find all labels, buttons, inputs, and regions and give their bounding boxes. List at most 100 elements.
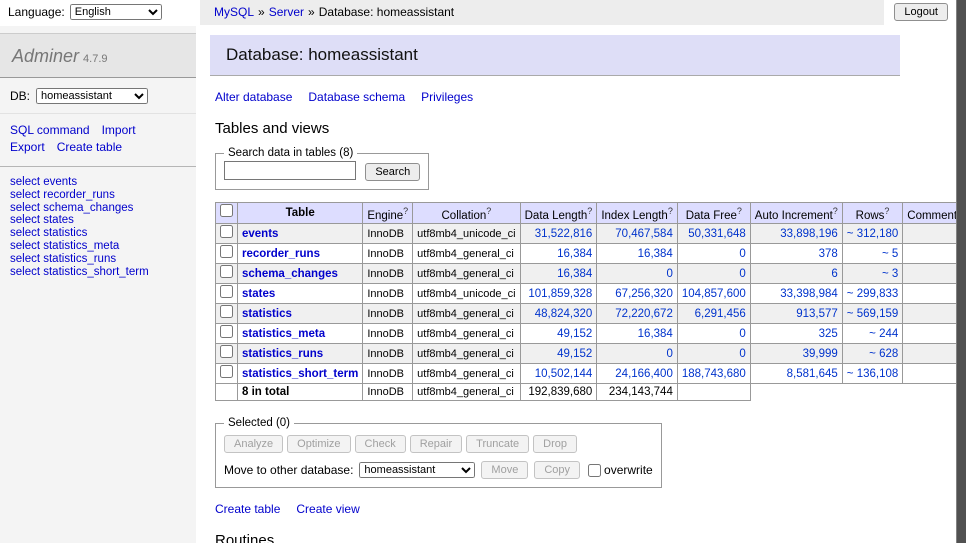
row-checkbox[interactable] xyxy=(220,365,233,378)
row-checkbox[interactable] xyxy=(220,345,233,358)
index-length-cell[interactable]: 70,467,584 xyxy=(597,224,678,244)
sidebar-command-link[interactable]: Create table xyxy=(57,140,122,154)
column-help-link[interactable]: ? xyxy=(668,206,673,216)
analyze-button[interactable]: Analyze xyxy=(224,435,283,453)
sidebar-table-link[interactable]: select statistics_short_term xyxy=(10,266,186,279)
db-select[interactable]: homeassistant xyxy=(36,88,148,104)
rows-cell[interactable]: ~ 136,108 xyxy=(842,364,902,384)
table-name-link[interactable]: recorder_runs xyxy=(242,248,320,260)
rows-cell[interactable]: ~ 569,159 xyxy=(842,304,902,324)
column-help-link[interactable]: ? xyxy=(833,206,838,216)
select-all-checkbox[interactable] xyxy=(220,204,233,217)
vertical-scrollbar[interactable] xyxy=(956,0,966,543)
rows-cell[interactable]: ~ 3 xyxy=(842,264,902,284)
create-link[interactable]: Create view xyxy=(296,502,359,516)
row-checkbox[interactable] xyxy=(220,245,233,258)
index-length-cell[interactable]: 0 xyxy=(597,264,678,284)
data-free-cell[interactable]: 0 xyxy=(677,264,750,284)
rows-cell[interactable]: ~ 628 xyxy=(842,344,902,364)
data-length-cell[interactable]: 31,522,816 xyxy=(520,224,597,244)
rows-cell[interactable]: ~ 299,833 xyxy=(842,284,902,304)
rows-cell[interactable]: ~ 5 xyxy=(842,244,902,264)
auto-increment-cell[interactable]: 33,898,196 xyxy=(750,224,842,244)
db-action-link[interactable]: Alter database xyxy=(215,90,292,104)
breadcrumb-server-link[interactable]: Server xyxy=(269,5,304,19)
row-checkbox[interactable] xyxy=(220,225,233,238)
sidebar-table-link[interactable]: select events xyxy=(10,176,186,189)
data-length-cell[interactable]: 101,859,328 xyxy=(520,284,597,304)
auto-increment-cell[interactable]: 39,999 xyxy=(750,344,842,364)
search-button[interactable]: Search xyxy=(365,163,420,181)
auto-increment-cell[interactable]: 378 xyxy=(750,244,842,264)
sidebar-table-link[interactable]: select statistics_meta xyxy=(10,240,186,253)
db-action-link[interactable]: Privileges xyxy=(421,90,473,104)
index-length-cell[interactable]: 67,256,320 xyxy=(597,284,678,304)
column-help-link[interactable]: ? xyxy=(737,206,742,216)
logout-button[interactable]: Logout xyxy=(894,3,948,21)
sidebar-table-link[interactable]: select statistics xyxy=(10,227,186,240)
index-length-cell[interactable]: 0 xyxy=(597,344,678,364)
truncate-button[interactable]: Truncate xyxy=(466,435,529,453)
data-free-cell[interactable]: 50,331,648 xyxy=(677,224,750,244)
copy-button[interactable]: Copy xyxy=(534,461,580,479)
move-db-select[interactable]: homeassistant xyxy=(359,462,475,478)
rows-cell[interactable]: ~ 244 xyxy=(842,324,902,344)
optimize-button[interactable]: Optimize xyxy=(287,435,350,453)
table-name-link[interactable]: schema_changes xyxy=(242,268,338,280)
data-free-cell[interactable]: 188,743,680 xyxy=(677,364,750,384)
sidebar-command-link[interactable]: Import xyxy=(102,123,136,137)
row-checkbox[interactable] xyxy=(220,305,233,318)
breadcrumb-mysql-link[interactable]: MySQL xyxy=(214,5,254,19)
index-length-cell[interactable]: 16,384 xyxy=(597,324,678,344)
auto-increment-cell[interactable]: 913,577 xyxy=(750,304,842,324)
auto-increment-cell[interactable]: 33,398,984 xyxy=(750,284,842,304)
overwrite-checkbox[interactable] xyxy=(588,464,601,477)
create-link[interactable]: Create table xyxy=(215,502,280,516)
auto-increment-cell[interactable]: 8,581,645 xyxy=(750,364,842,384)
row-checkbox[interactable] xyxy=(220,285,233,298)
data-length-cell[interactable]: 49,152 xyxy=(520,324,597,344)
data-length-cell[interactable]: 48,824,320 xyxy=(520,304,597,324)
index-length-cell[interactable]: 72,220,672 xyxy=(597,304,678,324)
app-title-link[interactable]: Adminer xyxy=(12,46,79,66)
auto-increment-cell[interactable]: 325 xyxy=(750,324,842,344)
data-length-cell[interactable]: 49,152 xyxy=(520,344,597,364)
search-input[interactable] xyxy=(224,161,356,180)
language-select[interactable]: English xyxy=(70,4,162,20)
sidebar-table-link[interactable]: select recorder_runs xyxy=(10,189,186,202)
table-name-link[interactable]: statistics_runs xyxy=(242,348,323,360)
sidebar-table-link[interactable]: select schema_changes xyxy=(10,202,186,215)
sidebar-table-link[interactable]: select statistics_runs xyxy=(10,253,186,266)
check-button[interactable]: Check xyxy=(355,435,406,453)
table-name-link[interactable]: statistics xyxy=(242,308,292,320)
row-checkbox[interactable] xyxy=(220,325,233,338)
table-name-link[interactable]: states xyxy=(242,288,275,300)
repair-button[interactable]: Repair xyxy=(410,435,462,453)
db-action-link[interactable]: Database schema xyxy=(308,90,405,104)
row-checkbox[interactable] xyxy=(220,265,233,278)
auto-increment-cell[interactable]: 6 xyxy=(750,264,842,284)
data-length-cell[interactable]: 16,384 xyxy=(520,264,597,284)
column-help-link[interactable]: ? xyxy=(486,206,491,216)
data-free-cell[interactable]: 104,857,600 xyxy=(677,284,750,304)
move-button[interactable]: Move xyxy=(481,461,528,479)
data-free-cell[interactable]: 6,291,456 xyxy=(677,304,750,324)
data-length-cell[interactable]: 10,502,144 xyxy=(520,364,597,384)
data-free-cell[interactable]: 0 xyxy=(677,324,750,344)
sidebar-table-link[interactable]: select states xyxy=(10,214,186,227)
column-help-link[interactable]: ? xyxy=(587,206,592,216)
column-help-link[interactable]: ? xyxy=(884,206,889,216)
data-free-cell[interactable]: 0 xyxy=(677,344,750,364)
sidebar-command-link[interactable]: Export xyxy=(10,140,45,154)
table-name-link[interactable]: events xyxy=(242,228,278,240)
data-length-cell[interactable]: 16,384 xyxy=(520,244,597,264)
index-length-cell[interactable]: 16,384 xyxy=(597,244,678,264)
drop-button[interactable]: Drop xyxy=(533,435,577,453)
index-length-cell[interactable]: 24,166,400 xyxy=(597,364,678,384)
table-name-link[interactable]: statistics_short_term xyxy=(242,368,358,380)
sidebar-command-link[interactable]: SQL command xyxy=(10,123,90,137)
table-name-link[interactable]: statistics_meta xyxy=(242,328,325,340)
data-free-cell[interactable]: 0 xyxy=(677,244,750,264)
column-help-link[interactable]: ? xyxy=(403,206,408,216)
rows-cell[interactable]: ~ 312,180 xyxy=(842,224,902,244)
